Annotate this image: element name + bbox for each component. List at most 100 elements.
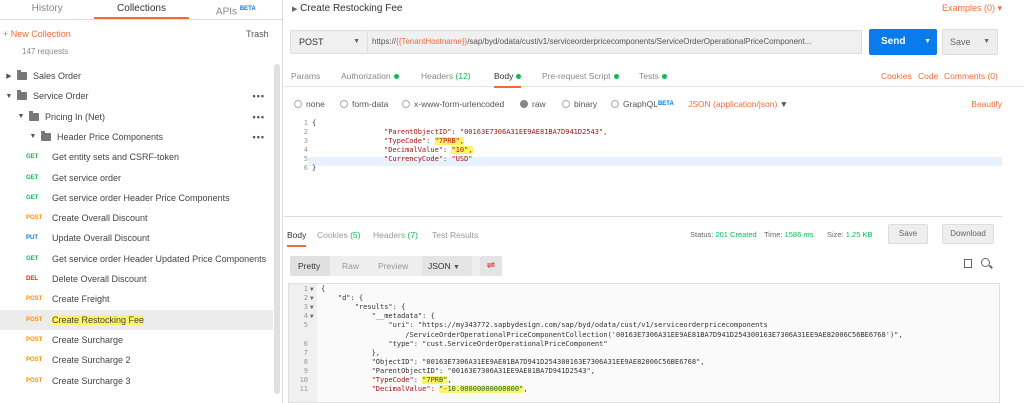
search-icon[interactable] — [981, 258, 990, 267]
tab-body[interactable]: Body — [494, 71, 522, 88]
code-line: "ParentObjectID": "00163E7306A31EE9AE81B… — [384, 128, 608, 136]
method-badge: GET — [26, 255, 39, 262]
response-tab-test-results[interactable]: Test Results — [432, 230, 478, 240]
radio-icon — [402, 100, 410, 108]
item-label: Get service order — [52, 172, 122, 183]
download-button[interactable]: Download — [942, 224, 994, 244]
radio-icon — [611, 100, 619, 108]
view-raw[interactable]: Raw — [342, 261, 359, 271]
sidebar-scrollbar[interactable] — [274, 64, 280, 394]
request-item[interactable]: POST Create Restocking Fee — [0, 309, 273, 330]
request-item[interactable]: PUT Update Overall Discount — [0, 228, 273, 248]
code-link[interactable]: Code — [918, 71, 938, 81]
radio-binary[interactable]: binary — [562, 99, 597, 109]
tab-tests[interactable]: Tests — [639, 71, 667, 81]
code-line: "TypeCode": "7PRB", — [384, 137, 465, 145]
chevron-right-icon[interactable]: ▶ — [292, 6, 297, 13]
comments-link[interactable]: Comments (0) — [944, 71, 998, 81]
folder-item[interactable]: ▼ Service Order ••• — [0, 86, 273, 106]
fold-arrow-icon[interactable]: ▼ — [310, 312, 314, 321]
url-input[interactable]: https://{{TenantHostname}}/sap/byd/odata… — [368, 30, 862, 54]
fold-arrow-icon[interactable]: ▼ — [310, 303, 314, 312]
tab-prerequest-script[interactable]: Pre-request Script — [542, 71, 619, 81]
request-item[interactable]: POST Create Freight — [0, 289, 273, 309]
response-line: }, — [321, 348, 381, 357]
tab-authorization[interactable]: Authorization — [341, 71, 399, 81]
fold-arrow-icon[interactable]: ▼ — [310, 285, 314, 294]
request-item[interactable]: POST Create Surcharge 2 — [0, 350, 273, 370]
wrap-lines-icon[interactable]: ⇌ — [480, 256, 502, 276]
tab-apis[interactable]: APIs BETA — [189, 0, 283, 19]
request-item[interactable]: POST Create Overall Discount — [0, 208, 273, 228]
code-line: "DecimalValue": "10", — [384, 146, 473, 154]
more-options-icon[interactable]: ••• — [253, 91, 265, 101]
request-item[interactable]: GET Get service order — [0, 168, 273, 188]
examples-dropdown[interactable]: Examples (0) ▾ — [942, 3, 1002, 14]
radio-graphql[interactable]: GraphQL BETA — [611, 99, 674, 109]
method-select[interactable]: POST ▼ — [290, 30, 368, 54]
line-number: 1 — [303, 119, 308, 127]
response-line: "results": { — [321, 303, 406, 312]
folder-item[interactable]: ▼ Header Price Components ••• — [0, 127, 273, 147]
chevron-down-icon[interactable]: ▼ — [4, 93, 14, 100]
folder-item[interactable]: ▼ Pricing In (Net) ••• — [0, 107, 273, 127]
method-badge: POST — [26, 336, 43, 343]
radio-raw[interactable]: raw — [520, 99, 546, 109]
content-type-select[interactable]: JSON (application/json) ▼ — [688, 99, 788, 109]
line-number: 3 — [303, 303, 308, 312]
response-body[interactable]: 1 ▼{2 ▼ "d": {3 ▼ "results": {4 ▼ "__metadat… — [288, 283, 1000, 403]
request-item[interactable]: GET Get service order Header Price Compon… — [0, 188, 273, 208]
more-options-icon[interactable]: ••• — [253, 132, 265, 142]
chevron-down-icon[interactable]: ▼ — [983, 30, 990, 54]
more-options-icon[interactable]: ••• — [253, 112, 265, 122]
save-label: Save — [950, 37, 971, 47]
item-label: Delete Overall Discount — [52, 274, 147, 284]
tab-collections[interactable]: Collections — [94, 0, 189, 19]
request-item[interactable]: GET Get service order Header Updated Pric… — [0, 249, 273, 269]
fold-arrow-icon[interactable]: ▼ — [310, 294, 314, 303]
line-number: 7 — [303, 348, 308, 357]
tab-params[interactable]: Params — [291, 71, 320, 81]
radio-label: GraphQL — [623, 99, 658, 109]
request-item[interactable]: DEL Delete Overall Discount — [0, 269, 273, 289]
response-tab-headers[interactable]: Headers (7) — [373, 230, 418, 240]
line-number: 4 — [303, 146, 308, 154]
method-badge: POST — [26, 296, 43, 303]
item-label: Get entity sets and CSRF-token — [52, 152, 180, 163]
tab-history[interactable]: History — [0, 0, 94, 19]
request-item[interactable]: POST Create Surcharge 3 — [0, 371, 273, 391]
item-label: Sales Order — [33, 71, 82, 81]
chevron-down-icon[interactable]: ▼ — [924, 29, 931, 55]
beautify-link[interactable]: Beautify — [971, 99, 1002, 109]
format-select[interactable]: JSON ▼ — [422, 256, 472, 276]
save-request-button[interactable]: Save ▼ — [942, 29, 998, 55]
request-body-editor[interactable]: 1 {2 "ParentObjectID": "00163E7306A31EE9AE… — [284, 116, 1002, 217]
response-tab-cookies[interactable]: Cookies (5) — [317, 230, 360, 240]
cookies-link[interactable]: Cookies — [881, 71, 912, 81]
save-response-button[interactable]: Save — [888, 224, 928, 244]
method-badge: POST — [26, 215, 43, 222]
chevron-down-icon[interactable]: ▼ — [16, 113, 26, 120]
view-preview[interactable]: Preview — [378, 261, 408, 271]
tab-headers[interactable]: Headers (12) — [421, 71, 471, 81]
send-button[interactable]: Send ▼ — [869, 29, 937, 55]
line-number: 11 — [299, 385, 308, 394]
radio-none[interactable]: none — [294, 99, 325, 109]
json-key: "TypeCode" — [384, 137, 427, 145]
json-key: "TypeCode": — [321, 376, 423, 384]
json-value: "-10.00000000000000" — [439, 385, 524, 394]
chevron-right-icon[interactable]: ▶ — [4, 72, 14, 80]
chevron-down-icon[interactable]: ▼ — [28, 133, 38, 140]
trash-button[interactable]: Trash — [246, 29, 269, 39]
json-value: "10", — [451, 146, 473, 154]
radio-form-data[interactable]: form-data — [340, 99, 388, 109]
request-item[interactable]: POST Create Surcharge — [0, 330, 273, 350]
copy-icon[interactable] — [964, 259, 972, 268]
folder-item[interactable]: ▶ Sales Order — [0, 66, 273, 86]
new-collection-button[interactable]: + New Collection — [3, 29, 71, 39]
view-pretty[interactable]: Pretty — [298, 261, 320, 271]
response-tab-body[interactable]: Body — [287, 230, 307, 247]
radio-urlencoded[interactable]: x-www-form-urlencoded — [402, 99, 504, 109]
code-line: "CurrencyCode": "USD" — [384, 155, 473, 163]
request-item[interactable]: GET Get entity sets and CSRF-token — [0, 147, 273, 167]
